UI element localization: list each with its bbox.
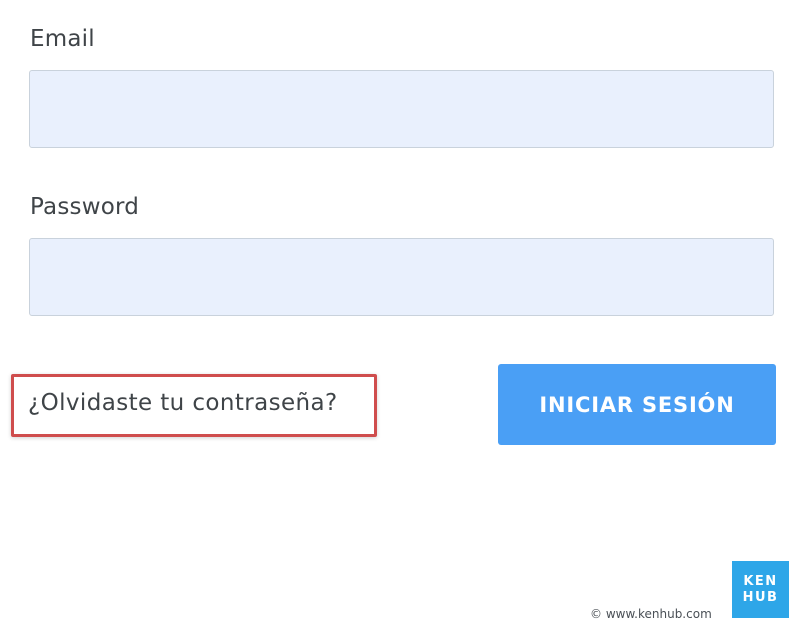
email-label: Email — [30, 26, 95, 52]
kenhub-logo: KEN HUB — [732, 561, 789, 618]
login-button[interactable]: INICIAR SESIÓN — [498, 364, 776, 445]
logo-line-2: HUB — [742, 589, 779, 605]
forgot-password-link[interactable]: ¿Olvidaste tu contraseña? — [28, 390, 338, 416]
password-label: Password — [30, 194, 140, 220]
copyright-text: © www.kenhub.com — [590, 607, 712, 621]
password-field[interactable] — [29, 238, 774, 316]
logo-line-1: KEN — [743, 573, 778, 589]
email-field[interactable] — [29, 70, 774, 148]
